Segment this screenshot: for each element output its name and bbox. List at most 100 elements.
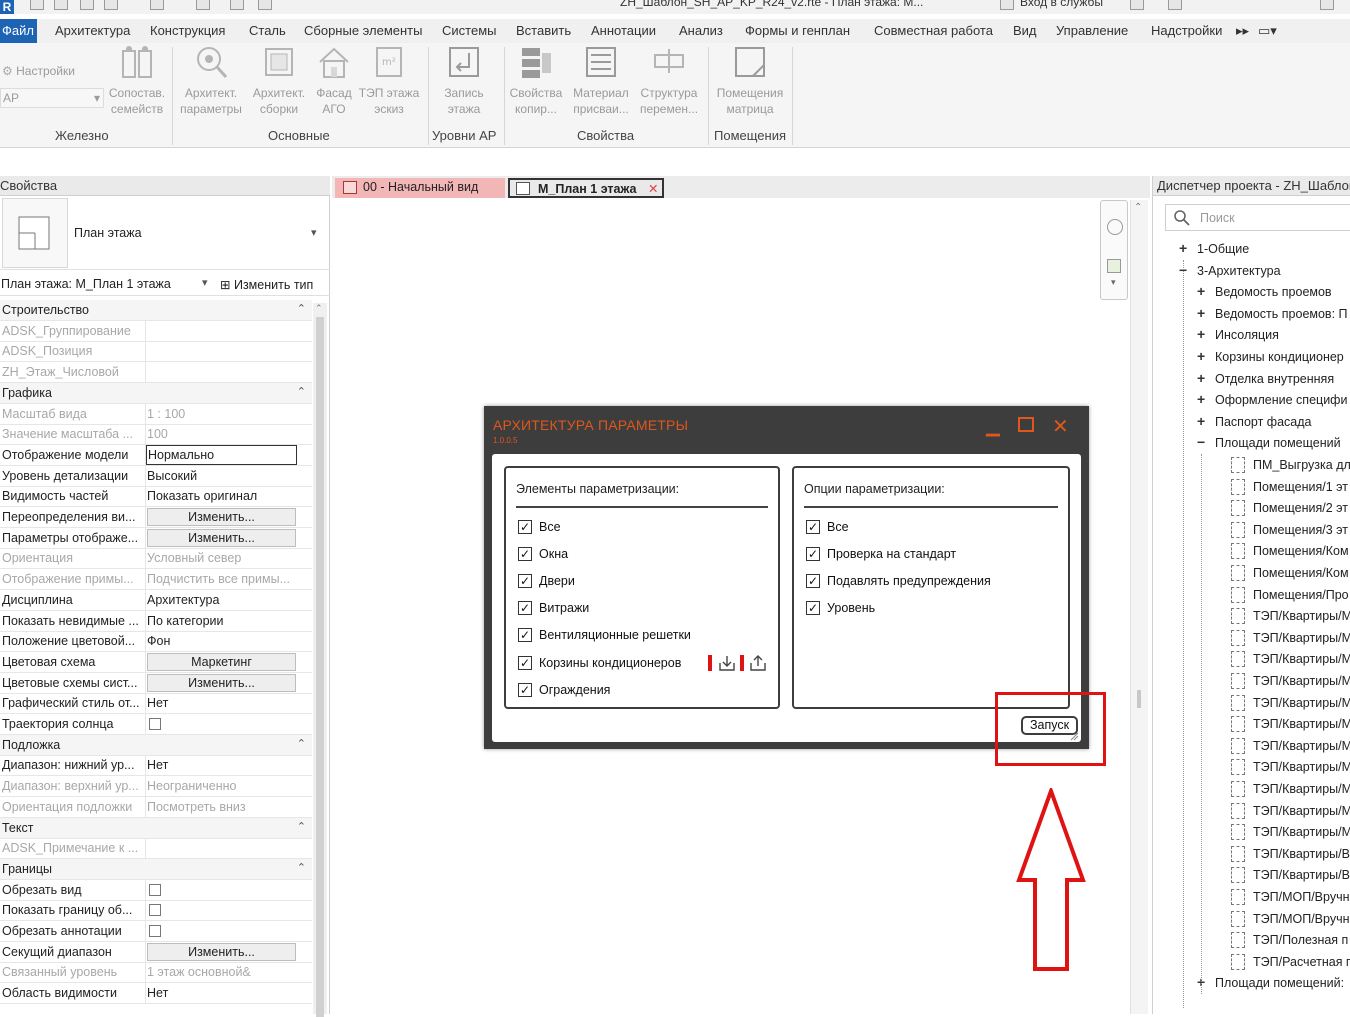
property-group-header[interactable]: Границы ⌃	[0, 858, 312, 880]
expand-icon[interactable]: +	[1197, 283, 1205, 299]
instance-filter-dropdown[interactable]: План этажа: М_План 1 этажа	[1, 277, 171, 291]
tree-item[interactable]: ТЭП/Квартиры/М	[1253, 674, 1350, 688]
measure-icon[interactable]	[230, 0, 244, 10]
settings-button[interactable]: ⚙ Настройки	[2, 63, 75, 79]
property-group-header[interactable]: Графика ⌃	[0, 382, 312, 404]
checkbox-checked-icon[interactable]: ✓	[518, 628, 532, 643]
tab-precast[interactable]: Сборные элементы	[304, 23, 422, 38]
property-value[interactable]: Подчистить все примы...	[147, 572, 297, 586]
checkbox-checked-icon[interactable]: ✓	[806, 574, 820, 589]
tab-structure[interactable]: Конструкция	[150, 23, 225, 38]
tree-item[interactable]: ТЭП/МОП/Вручн	[1253, 912, 1349, 926]
tree-item[interactable]: Корзины кондиционер	[1215, 350, 1344, 364]
revit-logo-icon[interactable]: R	[0, 0, 14, 14]
expand-icon[interactable]: +	[1197, 348, 1205, 364]
collapse-icon[interactable]: ⌃	[297, 861, 306, 874]
collapse-icon[interactable]: ⌃	[297, 737, 306, 750]
steering-wheel-icon[interactable]	[1107, 219, 1123, 235]
tab-steel[interactable]: Сталь	[249, 23, 286, 38]
scrollbar-thumb[interactable]	[316, 317, 324, 1017]
structure-button[interactable]: Структура перемен...	[636, 45, 702, 117]
property-checkbox[interactable]	[149, 925, 161, 937]
tep-sketch-button[interactable]: m² ТЭП этажа эскиз	[356, 45, 422, 117]
property-value[interactable]: По категории	[147, 614, 297, 628]
tree-item[interactable]: ТЭП/Квартиры/М	[1253, 739, 1350, 753]
properties-copy-button[interactable]: Свойства копир...	[506, 45, 566, 117]
tree-item[interactable]: Инсоляция	[1215, 328, 1279, 342]
tab-insert[interactable]: Вставить	[516, 23, 571, 38]
checkbox-checked-icon[interactable]: ✓	[518, 520, 532, 534]
level-record-button[interactable]: Запись этажа	[432, 45, 496, 117]
undo-icon[interactable]	[104, 0, 118, 10]
tree-item[interactable]: Помещения/Ком	[1253, 566, 1349, 580]
tree-item[interactable]: ТЭП/Квартиры/М	[1253, 825, 1350, 839]
checkbox-checked-icon[interactable]: ✓	[518, 601, 532, 616]
expand-icon[interactable]: +	[1197, 326, 1205, 342]
maximize-icon[interactable]	[1018, 417, 1034, 432]
expand-icon[interactable]: +	[1197, 370, 1205, 386]
collapse-icon[interactable]: ⌃	[297, 820, 306, 833]
plugin-dropdown[interactable]: АР ▾	[0, 88, 104, 108]
property-value[interactable]: Нет	[147, 758, 297, 772]
property-value[interactable]: Неограниченно	[147, 779, 297, 793]
property-value[interactable]: Нет	[147, 986, 297, 1000]
property-edit-button[interactable]: Маркетинг	[147, 652, 296, 671]
properties-scrollbar[interactable]: ⌃	[313, 303, 327, 1017]
tab-view[interactable]: Вид	[1013, 23, 1037, 38]
close-icon[interactable]: ✕	[1052, 414, 1069, 439]
tree-item[interactable]: 3-Архитектура	[1197, 264, 1281, 278]
canvas-scrollbar[interactable]: ⌃	[1130, 200, 1148, 1014]
tree-item[interactable]: ТЭП/МОП/Вручн	[1253, 890, 1349, 904]
expand-icon[interactable]: +	[1197, 391, 1205, 407]
property-value[interactable]: Условный север	[147, 551, 297, 565]
property-value[interactable]: 100	[147, 427, 297, 441]
collapse-icon[interactable]: −	[1197, 434, 1205, 450]
property-edit-button[interactable]: Изменить...	[147, 673, 296, 692]
tree-item[interactable]: Ведомость проемов	[1215, 285, 1332, 299]
property-group-header[interactable]: Строительство ⌃	[0, 300, 312, 321]
export-icon[interactable]	[749, 654, 767, 672]
tree-item[interactable]: ТЭП/Расчетная п	[1253, 955, 1350, 969]
tree-item[interactable]: ТЭП/Квартиры/В	[1253, 868, 1350, 882]
tree-item[interactable]: Ведомость проемов: П	[1215, 307, 1348, 321]
property-value[interactable]: Фон	[147, 634, 297, 648]
maximize-window-icon[interactable]	[1320, 0, 1334, 10]
minimize-icon[interactable]: ▁	[986, 416, 1000, 437]
tab-addins[interactable]: Надстройки	[1151, 23, 1222, 38]
tree-item[interactable]: Помещения/2 эт	[1253, 501, 1348, 515]
checkbox-checked-icon[interactable]: ✓	[518, 655, 532, 670]
signin-button[interactable]: Вход в службы	[1020, 0, 1103, 9]
tab-annotate[interactable]: Аннотации	[591, 23, 656, 38]
tab-start-view[interactable]: 00 - Начальный вид	[335, 178, 505, 198]
more-tabs-icon[interactable]: ▸▸	[1236, 23, 1249, 39]
tree-item[interactable]: ТЭП/Квартиры/М	[1253, 760, 1350, 774]
scroll-up-icon[interactable]: ⌃	[315, 303, 323, 314]
tree-item[interactable]: ТЭП/Квартиры/М	[1253, 804, 1350, 818]
scrollbar-thumb[interactable]	[1137, 690, 1141, 708]
expand-icon[interactable]: +	[1197, 305, 1205, 321]
save-icon[interactable]	[54, 0, 68, 10]
close-views-icon[interactable]	[258, 0, 272, 10]
tree-item[interactable]: ТЭП/Квартиры/В	[1253, 847, 1350, 861]
sync-icon[interactable]	[80, 0, 94, 10]
property-edit-button[interactable]: Изменить...	[147, 528, 296, 547]
property-value[interactable]: Архитектура	[147, 593, 297, 607]
checkbox-checked-icon[interactable]: ✓	[806, 547, 820, 562]
property-edit-button[interactable]: Изменить...	[147, 942, 296, 961]
property-checkbox[interactable]	[149, 718, 161, 730]
tree-item[interactable]: Отделка внутренняя	[1215, 372, 1334, 386]
collapse-icon[interactable]: ⌃	[297, 385, 306, 398]
tree-item[interactable]: ТЭП/Квартиры/М	[1253, 696, 1350, 710]
tree-item[interactable]: 1-Общие	[1197, 242, 1249, 256]
property-checkbox[interactable]	[149, 904, 161, 917]
property-value[interactable]: 1 : 100	[147, 407, 297, 421]
import-icon[interactable]	[718, 654, 736, 672]
tab-collaborate[interactable]: Совместная работа	[874, 23, 993, 38]
type-selector[interactable]: План этажа ▾	[0, 198, 330, 270]
rooms-matrix-button[interactable]: Помещения матрица	[712, 45, 788, 117]
collapse-icon[interactable]: ⌃	[297, 302, 306, 315]
property-value-field[interactable]: Нормально	[146, 444, 297, 465]
property-edit-button[interactable]: Изменить...	[147, 508, 296, 526]
tab-systems[interactable]: Системы	[442, 23, 496, 38]
chevron-down-icon[interactable]: ▾	[1111, 277, 1116, 288]
